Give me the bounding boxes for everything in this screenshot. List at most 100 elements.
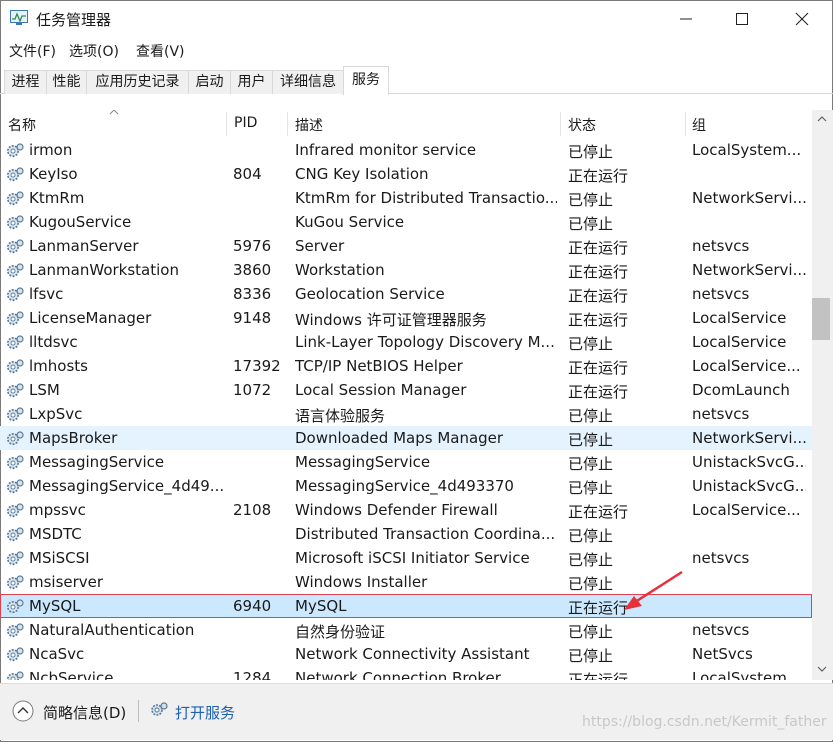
service-name: MySQL	[29, 597, 81, 615]
service-pid: 9148	[233, 309, 272, 327]
tab-bar: 进程 性能 应用历史记录 启动 用户 详细信息 服务	[0, 66, 833, 95]
service-gear-icon	[5, 598, 25, 615]
table-row[interactable]: lfsvc 8336 Geolocation Service 正在运行 netsvcs	[0, 282, 812, 306]
service-name: MessagingService	[29, 453, 165, 471]
table-row[interactable]: MSiSCSI Microsoft iSCSI Initiator Service…	[0, 546, 812, 570]
table-row[interactable]: lltdsvc Link-Layer Topology Discovery M..…	[0, 330, 812, 354]
service-group: netsvcs	[692, 237, 750, 255]
service-gear-icon	[5, 430, 25, 447]
service-gear-icon	[5, 670, 25, 680]
service-group: netsvcs	[692, 549, 750, 567]
table-row[interactable]: MessagingService_4d49... MessagingService…	[0, 474, 812, 498]
minimize-button[interactable]	[663, 0, 709, 38]
service-description: Windows 许可证管理器服务	[295, 311, 487, 329]
service-name: KeyIso	[29, 165, 78, 183]
service-status: 已停止	[568, 191, 614, 209]
service-pid: 1284	[233, 669, 272, 680]
service-name: MSiSCSI	[29, 549, 90, 567]
tab-app-history[interactable]: 应用历史记录	[86, 70, 189, 94]
service-group: LocalSystem...	[692, 669, 802, 680]
tab-performance[interactable]: 性能	[46, 70, 87, 94]
table-row[interactable]: LanmanServer 5976 Server 正在运行 netsvcs	[0, 234, 812, 258]
service-group: NetworkServi...	[692, 429, 806, 447]
column-header-group[interactable]: 组	[692, 115, 706, 135]
column-header-pid[interactable]: PID	[234, 115, 257, 131]
table-row[interactable]: LxpSvc 语言体验服务 已停止 netsvcs	[0, 402, 812, 426]
column-header-status[interactable]: 状态	[568, 115, 596, 135]
tab-users[interactable]: 用户	[230, 70, 273, 94]
service-status: 已停止	[568, 143, 614, 161]
services-gear-icon[interactable]	[149, 701, 169, 719]
service-pid: 804	[233, 165, 262, 183]
service-group: NetworkServi...	[692, 261, 806, 279]
vertical-scrollbar[interactable]	[812, 110, 833, 680]
service-gear-icon	[5, 382, 25, 399]
service-description: 自然身份验证	[295, 623, 386, 641]
up-caret-icon	[109, 110, 119, 115]
service-group: LocalService	[692, 333, 787, 351]
column-divider[interactable]	[287, 112, 288, 136]
table-row[interactable]: NaturalAuthentication 自然身份验证 已停止 netsvcs	[0, 618, 812, 642]
service-description: Windows Installer	[295, 573, 428, 591]
scroll-down-arrow-icon[interactable]	[815, 664, 829, 674]
maximize-button[interactable]	[719, 0, 765, 38]
service-status: 已停止	[568, 647, 614, 665]
table-row[interactable]: lmhosts 17392 TCP/IP NetBIOS Helper 正在运行 Loc…	[0, 354, 812, 378]
service-group: NetworkServi...	[692, 189, 806, 207]
table-row[interactable]: LicenseManager 9148 Windows 许可证管理器服务 正在运行 Lo…	[0, 306, 812, 330]
column-divider[interactable]	[685, 112, 686, 136]
column-header-description[interactable]: 描述	[295, 115, 323, 135]
collapse-up-icon[interactable]	[12, 700, 34, 722]
service-description: Link-Layer Topology Discovery M...	[295, 333, 555, 351]
service-name: MapsBroker	[29, 429, 118, 447]
table-row[interactable]: irmon Infrared monitor service 已停止 LocalSys…	[0, 138, 812, 162]
table-row[interactable]: KeyIso 804 CNG Key Isolation 正在运行	[0, 162, 812, 186]
tab-startup[interactable]: 启动	[188, 70, 231, 94]
table-row[interactable]: KtmRm KtmRm for Distributed Transactio...…	[0, 186, 812, 210]
table-row[interactable]: MSDTC Distributed Transaction Coordina...…	[0, 522, 812, 546]
table-row[interactable]: LSM 1072 Local Session Manager 正在运行 DcomLaun…	[0, 378, 812, 402]
service-name: MSDTC	[29, 525, 82, 543]
table-row[interactable]: msiserver Windows Installer 已停止	[0, 570, 812, 594]
table-row[interactable]: NcaSvc Network Connectivity Assistant 已停止 N…	[0, 642, 812, 666]
service-description: KtmRm for Distributed Transactio...	[295, 189, 557, 207]
service-status: 正在运行	[568, 503, 629, 521]
service-name: KtmRm	[29, 189, 85, 207]
table-header: 名称 PID 描述 状态 组	[0, 110, 812, 136]
open-services-link[interactable]: 打开服务	[175, 702, 235, 723]
scrollbar-thumb[interactable]	[812, 298, 830, 340]
service-description: Geolocation Service	[295, 285, 445, 303]
service-gear-icon	[5, 526, 25, 543]
service-group: LocalSystem...	[692, 141, 802, 159]
close-button[interactable]	[779, 0, 825, 38]
column-header-name[interactable]: 名称	[8, 115, 36, 135]
tab-processes[interactable]: 进程	[4, 70, 47, 94]
column-divider[interactable]	[226, 112, 227, 136]
table-row[interactable]: MySQL 6940 MySQL 正在运行	[0, 594, 812, 618]
table-row[interactable]: MessagingService MessagingService 已停止 Unist…	[0, 450, 812, 474]
service-status: 正在运行	[568, 671, 629, 680]
service-status: 已停止	[568, 479, 614, 497]
tab-services[interactable]: 服务	[343, 66, 389, 95]
service-name: irmon	[29, 141, 73, 159]
service-gear-icon	[5, 238, 25, 255]
scroll-up-arrow-icon[interactable]	[815, 114, 829, 124]
tab-details[interactable]: 详细信息	[272, 70, 344, 94]
service-description: Infrared monitor service	[295, 141, 477, 159]
service-pid: 8336	[233, 285, 272, 303]
table-row[interactable]: KugouService KuGou Service 已停止	[0, 210, 812, 234]
menu-file[interactable]: 文件(F)	[9, 41, 56, 61]
table-row[interactable]: LanmanWorkstation 3860 Workstation 正在运行 Netw…	[0, 258, 812, 282]
service-gear-icon	[5, 574, 25, 591]
table-row[interactable]: MapsBroker Downloaded Maps Manager 已停止 Netw…	[0, 426, 812, 450]
menu-view[interactable]: 查看(V)	[136, 41, 185, 61]
table-row[interactable]: mpssvc 2108 Windows Defender Firewall 正在运行 L…	[0, 498, 812, 522]
service-gear-icon	[5, 190, 25, 207]
service-gear-icon	[5, 262, 25, 279]
title-bar[interactable]: 任务管理器	[0, 0, 833, 38]
service-status: 正在运行	[568, 311, 629, 329]
menu-options[interactable]: 选项(O)	[69, 41, 119, 61]
table-row[interactable]: NcbService 1284 Network Connection Broker 正…	[0, 666, 812, 680]
column-divider[interactable]	[560, 112, 561, 136]
fewer-details-button[interactable]: 简略信息(D)	[43, 702, 126, 723]
